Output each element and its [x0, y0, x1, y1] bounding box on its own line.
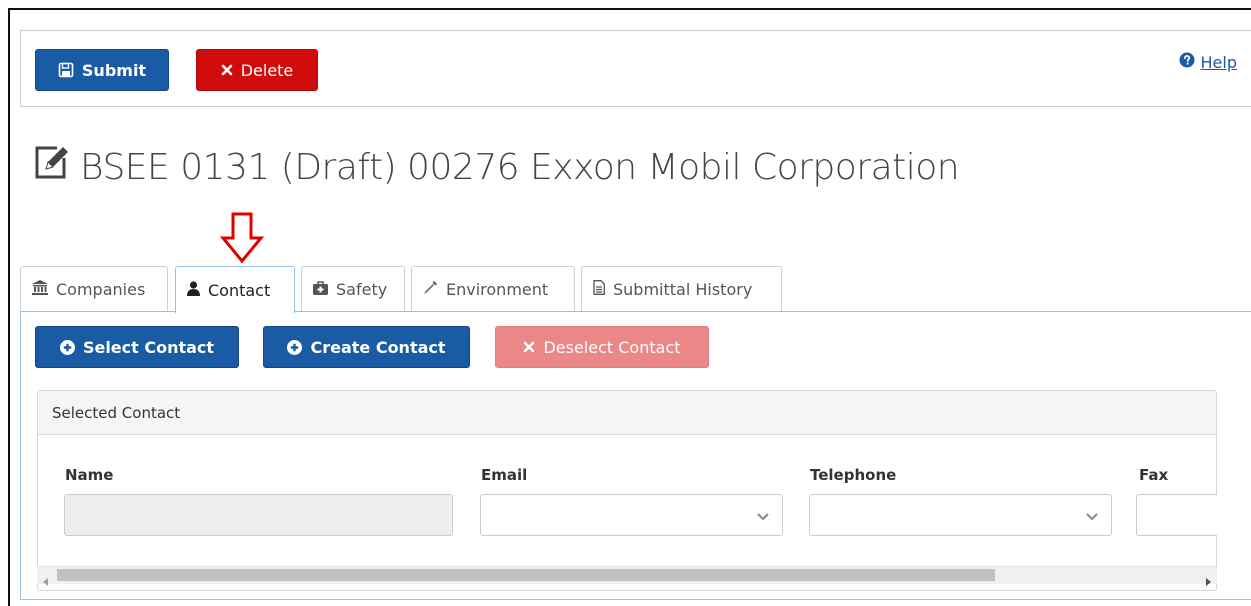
select-contact-button[interactable]: Select Contact: [35, 326, 239, 368]
document-icon: [593, 280, 605, 299]
create-contact-button-label: Create Contact: [310, 337, 446, 357]
telephone-select[interactable]: [809, 494, 1112, 536]
create-contact-button[interactable]: Create Contact: [263, 326, 470, 368]
tab-submittal-history-label: Submittal History: [613, 280, 753, 299]
page-title-text: BSEE 0131 (Draft) 00276 Exxon Mobil Corp…: [80, 147, 960, 188]
close-icon: [523, 341, 535, 353]
page-title: BSEE 0131 (Draft) 00276 Exxon Mobil Corp…: [32, 144, 960, 191]
down-arrow-icon: [219, 212, 265, 268]
help-link-label: Help: [1200, 52, 1237, 72]
tab-contact-label: Contact: [208, 280, 271, 300]
deselect-contact-button[interactable]: Deselect Contact: [495, 326, 709, 368]
save-icon: [58, 62, 74, 78]
selected-contact-panel: Selected Contact: [37, 390, 1217, 591]
plus-circle-icon: [287, 339, 303, 355]
tab-contact[interactable]: Contact: [175, 266, 295, 313]
name-label: Name: [65, 466, 114, 484]
tab-submittal-history[interactable]: Submittal History: [581, 266, 782, 312]
close-icon: [221, 64, 233, 76]
bank-icon: [32, 280, 48, 299]
telephone-label: Telephone: [810, 466, 897, 484]
user-icon: [187, 280, 200, 300]
help-link[interactable]: Help: [1179, 52, 1237, 72]
email-label: Email: [481, 466, 528, 484]
deselect-contact-button-label: Deselect Contact: [543, 337, 681, 357]
delete-button[interactable]: Delete: [196, 49, 318, 91]
question-circle-icon: [1179, 52, 1195, 72]
medkit-icon: [313, 280, 328, 299]
delete-button-label: Delete: [240, 60, 294, 80]
scrollbar-thumb[interactable]: [57, 569, 995, 581]
eyedropper-icon: [423, 280, 438, 299]
tab-safety-label: Safety: [336, 280, 388, 299]
tab-environment[interactable]: Environment: [411, 266, 575, 312]
email-select[interactable]: [480, 494, 783, 536]
plus-circle-icon: [59, 339, 75, 355]
select-contact-button-label: Select Contact: [82, 337, 215, 357]
fax-select[interactable]: [1136, 494, 1217, 536]
chevron-down-icon: [1085, 508, 1099, 527]
panel-heading: Selected Contact: [38, 391, 1216, 435]
submit-button[interactable]: Submit: [35, 49, 169, 91]
tab-safety[interactable]: Safety: [301, 266, 405, 312]
fax-label: Fax: [1139, 466, 1169, 484]
tab-companies[interactable]: Companies: [20, 266, 168, 312]
horizontal-scrollbar[interactable]: [37, 566, 1217, 586]
tab-environment-label: Environment: [446, 280, 549, 299]
tab-companies-label: Companies: [56, 280, 146, 299]
submit-button-label: Submit: [81, 60, 147, 80]
chevron-down-icon: [756, 508, 770, 527]
scroll-right-arrow-icon[interactable]: [1205, 571, 1211, 590]
name-field[interactable]: [64, 494, 453, 536]
scroll-left-arrow-icon[interactable]: [43, 571, 49, 590]
edit-icon: [32, 144, 70, 191]
